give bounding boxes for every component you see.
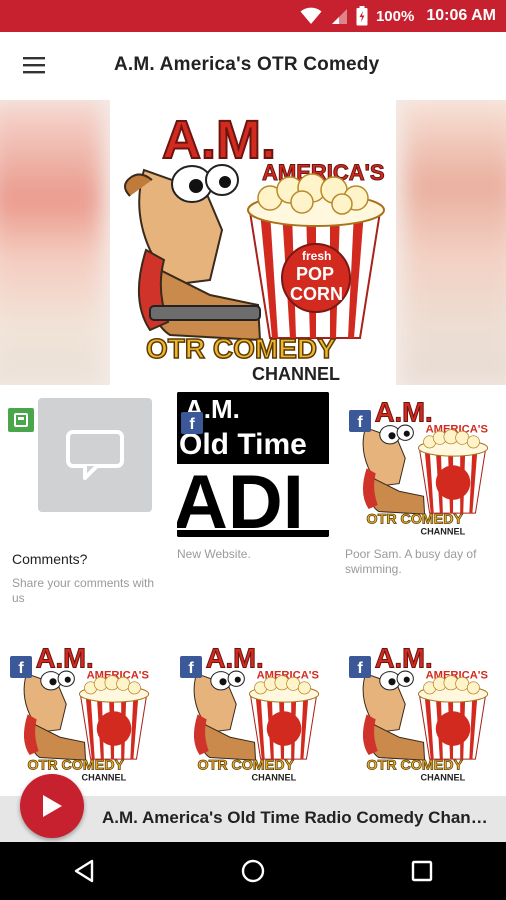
nav-home-button[interactable] (213, 842, 293, 900)
nav-back-button[interactable] (44, 842, 124, 900)
svg-text:OTR COMEDY: OTR COMEDY (367, 757, 464, 773)
svg-text:fresh: fresh (302, 249, 331, 263)
home-icon (241, 859, 265, 883)
play-icon (43, 795, 62, 817)
tile-post-5[interactable]: A.M. AMERICA'S OTR COMEDY CHANNEL f (176, 638, 328, 783)
svg-text:CHANNEL: CHANNEL (420, 772, 465, 782)
comments-card (38, 398, 152, 512)
play-button[interactable] (20, 774, 84, 838)
tile-description: Poor Sam. A busy day of swimming. (345, 547, 477, 576)
svg-text:CORN: CORN (290, 284, 343, 304)
tile-title: Comments? (12, 551, 88, 567)
svg-text:A.M.: A.M. (162, 110, 276, 170)
comedy-logo-thumb: A.M. AMERICA'S OTR COMEDY CHANNEL f (6, 638, 158, 783)
tile-post-6[interactable]: A.M. AMERICA'S OTR COMEDY CHANNEL f (345, 638, 497, 783)
recents-icon (411, 860, 432, 882)
hero-banner: A.M. AMERICA'S fresh POP CORN OTR COMEDY… (0, 100, 506, 385)
now-playing-title: A.M. America's Old Time Radio Comedy Cha… (102, 808, 492, 827)
hero-blur-right (404, 100, 506, 385)
svg-text:OTR COMEDY: OTR COMEDY (198, 757, 295, 773)
tile-new-website[interactable]: A.M. Old Time ADI f New Website. (177, 392, 329, 562)
svg-text:OTR COMEDY: OTR COMEDY (146, 333, 336, 364)
comment-bubble-icon (66, 430, 124, 480)
app-title: A.M. America's OTR Comedy (114, 54, 380, 75)
hero-blur-left (0, 100, 102, 385)
menu-button[interactable] (0, 32, 70, 98)
svg-text:A.M.: A.M. (206, 643, 264, 674)
comedy-logo-thumb: A.M. AMERICA'S OTR COMEDY CHANNEL f (345, 638, 497, 783)
tile-comments[interactable]: Comments? Share your comments with us (12, 392, 164, 606)
back-icon (75, 859, 94, 883)
tile-poor-sam[interactable]: A.M. AMERICA'S OTR COMEDY CHANNEL f Poor… (345, 392, 497, 577)
svg-text:CHANNEL: CHANNEL (81, 772, 126, 782)
old-time-radio-thumb: A.M. Old Time ADI f (177, 392, 329, 537)
svg-text:CHANNEL: CHANNEL (252, 364, 340, 384)
svg-text:CHANNEL: CHANNEL (420, 526, 465, 536)
tile-description: New Website. (177, 547, 251, 561)
svg-text:OTR COMEDY: OTR COMEDY (28, 757, 125, 773)
hamburger-menu-icon (23, 57, 45, 74)
tile-description: Share your comments with us (12, 576, 155, 605)
svg-text:ADI: ADI (177, 460, 304, 537)
nav-recents-button[interactable] (382, 842, 462, 900)
status-bar: 100% 10:06 AM (0, 0, 506, 32)
tile-post-4[interactable]: A.M. AMERICA'S OTR COMEDY CHANNEL f (6, 638, 158, 783)
svg-text:A.M.: A.M. (375, 643, 433, 674)
svg-text:A.M.: A.M. (375, 397, 433, 428)
app-bar: A.M. America's OTR Comedy (0, 32, 506, 98)
signal-icon (330, 7, 348, 25)
svg-text:POP: POP (296, 264, 334, 284)
wifi-icon (300, 7, 322, 25)
facebook-icon: f (180, 656, 202, 678)
battery-percent: 100% (375, 7, 415, 25)
svg-text:OTR COMEDY: OTR COMEDY (367, 511, 464, 527)
facebook-icon: f (349, 656, 371, 678)
svg-text:CHANNEL: CHANNEL (251, 772, 296, 782)
app-screen: 100% 10:06 AM A.M. America's OTR Comedy … (0, 0, 506, 900)
battery-icon (356, 6, 368, 26)
comedy-logo-thumb: A.M. AMERICA'S OTR COMEDY CHANNEL f (345, 392, 497, 537)
svg-text:A.M.: A.M. (36, 643, 94, 674)
comments-thumb (12, 392, 164, 537)
system-nav-bar (0, 842, 506, 900)
message-badge-icon (8, 408, 34, 432)
facebook-icon: f (181, 412, 203, 434)
station-logo: A.M. AMERICA'S fresh POP CORN OTR COMEDY… (110, 100, 396, 385)
facebook-icon: f (10, 656, 32, 678)
facebook-icon: f (349, 410, 371, 432)
comedy-logo-thumb: A.M. AMERICA'S OTR COMEDY CHANNEL f (176, 638, 328, 783)
status-time: 10:06 AM (426, 7, 496, 24)
